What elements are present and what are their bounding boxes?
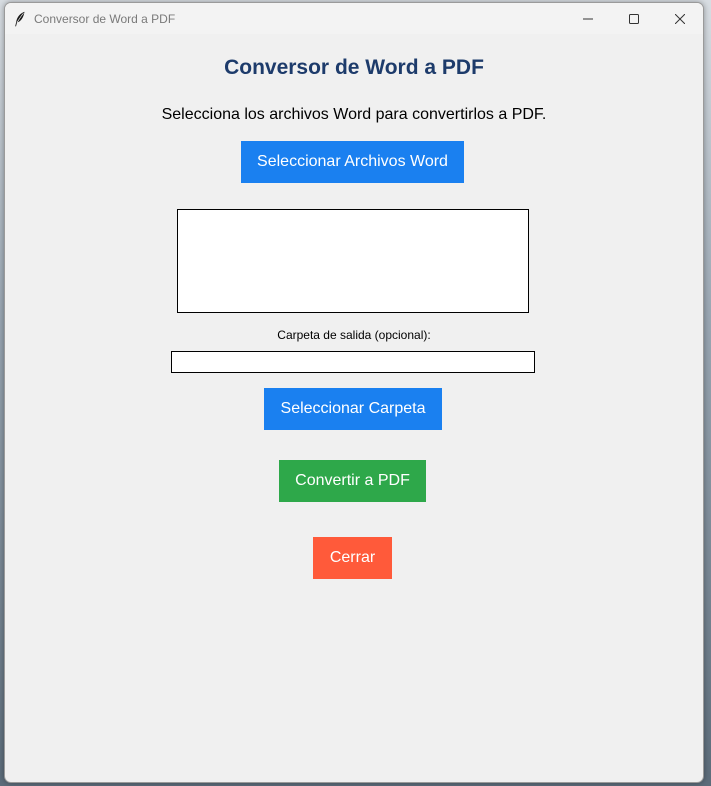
feather-icon [13, 11, 27, 27]
close-window-button[interactable] [657, 3, 703, 34]
maximize-icon [629, 13, 639, 24]
output-folder-label: Carpeta de salida (opcional): [277, 328, 431, 342]
select-folder-button[interactable]: Seleccionar Carpeta [264, 388, 442, 430]
window-title: Conversor de Word a PDF [34, 11, 176, 26]
maximize-button[interactable] [611, 3, 657, 34]
main-content: Conversor de Word a PDF Selecciona los a… [5, 34, 703, 782]
selected-files-list[interactable] [177, 209, 529, 313]
instruction-text: Selecciona los archivos Word para conver… [161, 106, 547, 123]
output-folder-input[interactable] [171, 351, 535, 373]
title-bar[interactable]: Conversor de Word a PDF [5, 3, 703, 34]
window-controls [565, 3, 703, 34]
close-button[interactable]: Cerrar [313, 537, 392, 579]
app-window: Conversor de Word a PDF Conversor de Wor… [4, 2, 704, 783]
minimize-button[interactable] [565, 3, 611, 34]
close-icon [675, 13, 685, 24]
page-title: Conversor de Word a PDF [224, 56, 484, 79]
convert-to-pdf-button[interactable]: Convertir a PDF [279, 460, 426, 502]
minimize-icon [583, 18, 593, 19]
select-word-files-button[interactable]: Seleccionar Archivos Word [241, 141, 464, 183]
